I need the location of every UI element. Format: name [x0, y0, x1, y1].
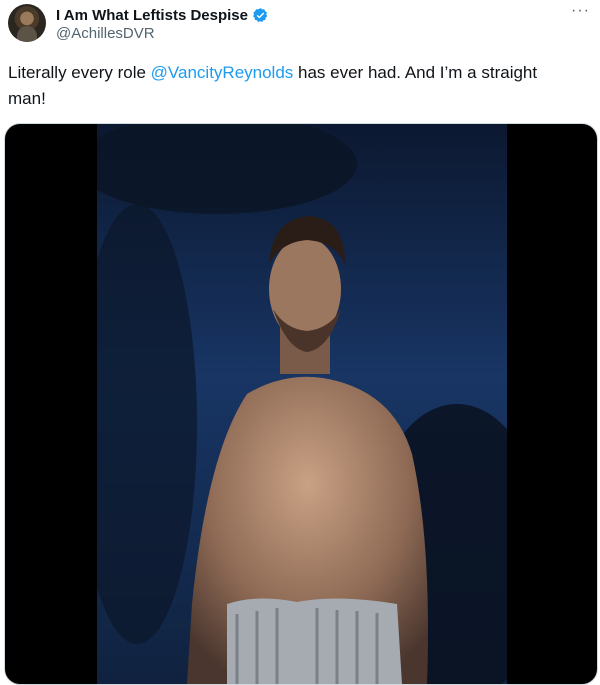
- verified-badge-icon: [253, 7, 268, 22]
- author-name-row: I Am What Leftists Despise: [56, 5, 269, 25]
- more-options-icon[interactable]: ···: [571, 2, 590, 20]
- mention-link[interactable]: @VancityReynolds: [151, 63, 294, 82]
- tweet-text-before: Literally every role: [8, 63, 151, 82]
- avatar[interactable]: [8, 4, 46, 42]
- tweet: I Am What Leftists Despise @AchillesDVR …: [0, 0, 600, 685]
- media-photo: [97, 124, 507, 684]
- tweet-media[interactable]: [4, 123, 598, 685]
- display-name[interactable]: I Am What Leftists Despise: [56, 7, 248, 24]
- author-handle[interactable]: @AchillesDVR: [56, 25, 155, 42]
- tweet-text: Literally every role @VancityReynolds ha…: [8, 60, 578, 112]
